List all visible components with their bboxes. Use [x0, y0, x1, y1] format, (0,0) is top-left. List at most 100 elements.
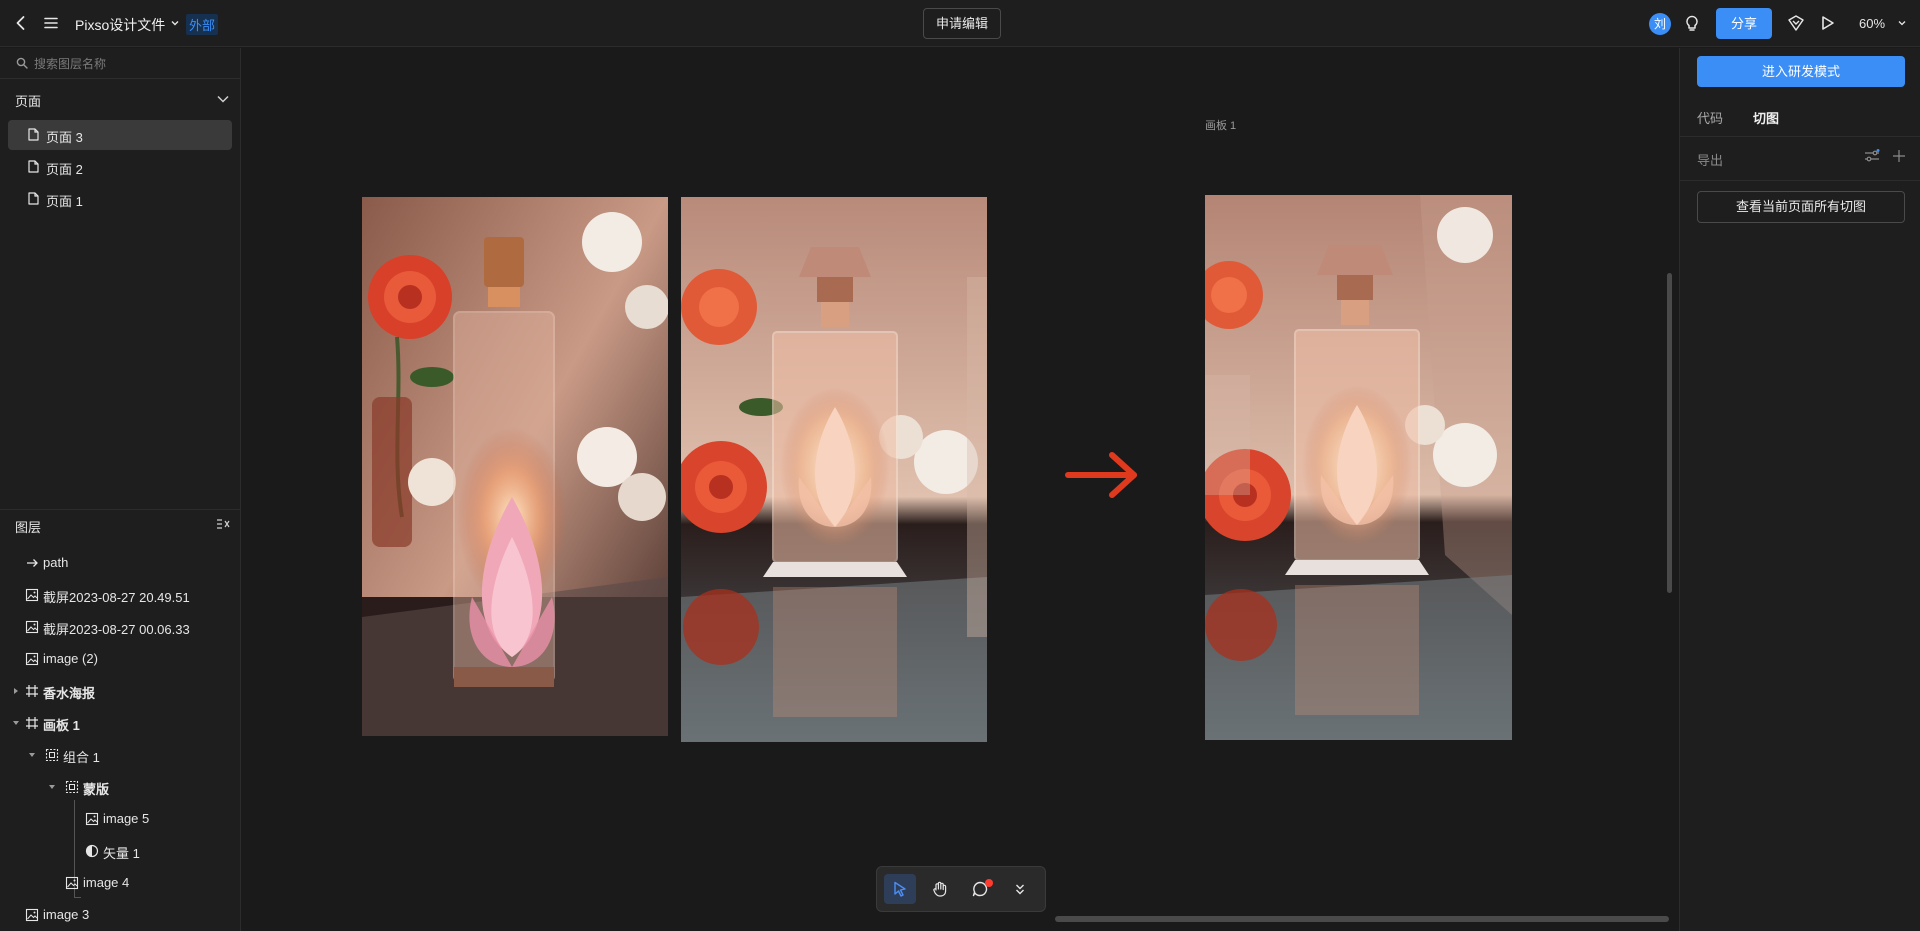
vertical-scrollbar[interactable]: [1667, 273, 1672, 593]
cursor-icon: [894, 881, 906, 897]
hand-icon: [933, 881, 947, 897]
request-edit-button[interactable]: 申请编辑: [923, 8, 1001, 39]
design-canvas[interactable]: 画板 1: [241, 48, 1679, 931]
image-icon: [85, 812, 99, 826]
page-label: 页面 3: [46, 130, 83, 145]
image-icon: [65, 876, 79, 890]
layer-label: 截屏2023-08-27 00.06.33: [43, 622, 190, 637]
chevron-down-icon[interactable]: [169, 17, 181, 29]
tab-code[interactable]: 代码: [1697, 108, 1723, 127]
layer-row-screenshot-1[interactable]: 截屏2023-08-27 20.49.51: [0, 583, 240, 607]
page-icon: [28, 160, 39, 173]
perfume-image-1[interactable]: [362, 197, 668, 736]
layer-row-image-5[interactable]: image 5: [0, 807, 240, 831]
layer-row-image-3[interactable]: image 3: [0, 903, 240, 927]
layer-label: image (2): [43, 651, 98, 666]
tree-line: [74, 897, 81, 898]
layer-label: 截屏2023-08-27 20.49.51: [43, 590, 190, 605]
page-icon: [28, 192, 39, 205]
divider: [1680, 180, 1920, 181]
chevron-down-icon[interactable]: [216, 94, 230, 104]
page-label: 页面 1: [46, 194, 83, 209]
dev-mode-button[interactable]: 进入研发模式: [1697, 56, 1905, 87]
artboard-label[interactable]: 画板 1: [1205, 117, 1236, 133]
page-icon: [28, 128, 39, 141]
group-icon: [45, 748, 59, 762]
dev-mode-icon[interactable]: [1786, 14, 1806, 32]
layer-row-vector-1[interactable]: 矢量 1: [0, 839, 240, 863]
comment-tool[interactable]: [964, 874, 996, 904]
layer-row-image-2[interactable]: image (2): [0, 647, 240, 671]
mask-icon: [85, 844, 99, 858]
double-chevron-down-icon: [1016, 884, 1024, 895]
view-all-slices-button[interactable]: 查看当前页面所有切图: [1697, 191, 1905, 223]
page-item-1[interactable]: 页面 1: [8, 184, 232, 214]
image-icon: [25, 908, 39, 922]
top-bar: Pixso设计文件 外部 申请编辑 刘 分享 60%: [0, 0, 1920, 47]
search-input[interactable]: [34, 55, 229, 73]
perfume-image-2[interactable]: [681, 197, 987, 742]
layer-row-group-1[interactable]: 组合 1: [0, 743, 240, 767]
adjust-icon[interactable]: [1864, 149, 1880, 163]
notification-dot: [985, 879, 993, 887]
zoom-level[interactable]: 60%: [1859, 16, 1885, 31]
layer-label: path: [43, 555, 69, 570]
group-icon: [65, 780, 79, 794]
search-icon: [16, 57, 28, 69]
layer-row-image-4[interactable]: image 4: [0, 871, 240, 895]
layer-row-screenshot-2[interactable]: 截屏2023-08-27 00.06.33: [0, 615, 240, 639]
layer-label: image 4: [83, 875, 130, 890]
layer-label: 蒙版: [83, 782, 110, 797]
image-icon: [25, 620, 39, 634]
divider: [0, 509, 240, 510]
arrow-right-icon[interactable]: [1064, 449, 1140, 501]
frame-icon: [26, 717, 38, 729]
left-panel: 页面 页面 3 页面 2 页面 1 图层 path 截屏2023-08-27 2…: [0, 48, 241, 931]
bottom-toolbar: [876, 866, 1046, 912]
layer-search: [0, 48, 240, 79]
layer-label: image 3: [43, 907, 90, 922]
caret-down-icon[interactable]: [48, 783, 56, 791]
caret-down-icon[interactable]: [12, 719, 20, 727]
pages-heading: 页面: [15, 94, 42, 109]
menu-icon[interactable]: [42, 14, 60, 32]
layer-label: 矢量 1: [103, 846, 140, 861]
add-icon[interactable]: [1892, 149, 1906, 163]
tab-slices[interactable]: 切图: [1753, 108, 1779, 127]
divider: [1680, 136, 1920, 137]
layer-label: 画板 1: [43, 718, 80, 733]
horizontal-scrollbar[interactable]: [1055, 916, 1669, 922]
layer-row-mask[interactable]: 蒙版: [0, 775, 240, 799]
frame-icon: [26, 685, 38, 697]
layer-label: 香水海报: [43, 686, 96, 701]
move-tool[interactable]: [884, 874, 916, 904]
lightbulb-icon[interactable]: [1683, 14, 1701, 32]
image-icon: [25, 652, 39, 666]
play-icon[interactable]: [1818, 14, 1836, 32]
layer-row-artboard-1[interactable]: 画板 1: [0, 711, 240, 735]
page-label: 页面 2: [46, 162, 83, 177]
share-button[interactable]: 分享: [1716, 8, 1772, 39]
page-item-2[interactable]: 页面 2: [8, 152, 232, 182]
collapse-all-icon[interactable]: [216, 518, 230, 530]
layer-row-perfume-poster[interactable]: 香水海报: [0, 679, 240, 703]
external-badge: 外部: [186, 14, 219, 35]
caret-right-icon[interactable]: [12, 687, 20, 695]
layers-heading: 图层: [15, 520, 42, 535]
hand-tool[interactable]: [924, 874, 956, 904]
chevron-down-icon[interactable]: [1897, 18, 1907, 28]
back-icon[interactable]: [12, 14, 30, 32]
caret-down-icon[interactable]: [28, 751, 36, 759]
right-panel: 进入研发模式 代码 切图 导出 查看当前页面所有切图: [1679, 48, 1920, 931]
arrow-right-icon: [27, 559, 38, 567]
artboard-image[interactable]: [1205, 195, 1512, 740]
avatar[interactable]: 刘: [1649, 13, 1671, 35]
export-label: 导出: [1697, 153, 1724, 168]
layer-label: image 5: [103, 811, 150, 826]
file-title[interactable]: Pixso设计文件: [75, 15, 165, 35]
layer-label: 组合 1: [63, 750, 100, 765]
layer-row-path[interactable]: path: [0, 551, 240, 575]
image-icon: [25, 588, 39, 602]
more-tools[interactable]: [1004, 874, 1036, 904]
page-item-3[interactable]: 页面 3: [8, 120, 232, 150]
